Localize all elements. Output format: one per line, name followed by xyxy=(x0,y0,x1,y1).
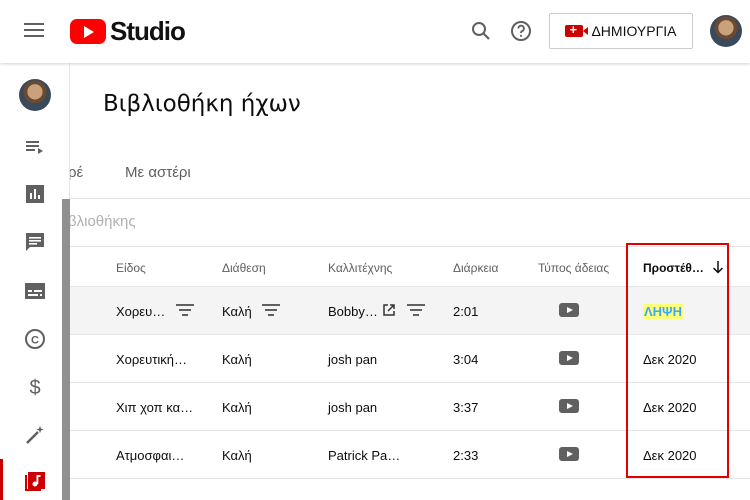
youtube-license-icon xyxy=(559,303,579,317)
menu-icon[interactable] xyxy=(24,23,44,37)
column-genre[interactable]: Είδος xyxy=(116,261,146,275)
playlist-icon[interactable] xyxy=(23,135,47,159)
artist-cell: Bobby… xyxy=(328,304,378,319)
artist-cell: josh pan xyxy=(328,400,378,415)
create-button[interactable]: ΔΗΜΙΟΥΡΓΙΑ xyxy=(549,13,693,49)
table-row[interactable]: Χορευτική… Καλή josh pan 3:04 Δεκ 2020 xyxy=(70,335,750,383)
account-avatar[interactable] xyxy=(710,15,742,47)
svg-text:$: $ xyxy=(29,377,40,398)
monetization-icon[interactable]: $ xyxy=(23,374,47,398)
column-license-type[interactable]: Τύπος άδειας xyxy=(538,261,609,275)
genre-cell: Χορευτική… xyxy=(116,352,187,367)
column-added[interactable]: Προστέθ… xyxy=(643,261,704,275)
comments-icon[interactable] xyxy=(23,230,47,254)
tab-free[interactable]: ρέ xyxy=(70,164,83,181)
sidebar: C $ xyxy=(0,63,70,500)
filter-mood-icon[interactable] xyxy=(262,304,280,318)
sort-down-arrow-icon[interactable] xyxy=(711,259,725,275)
duration-cell: 2:33 xyxy=(453,448,479,463)
added-date-cell: Δεκ 2020 xyxy=(643,400,697,415)
main-content: Βιβλιοθήκη ήχων ρέ Με αστέρι βλιοθήκης Ε… xyxy=(70,63,750,500)
duration-cell: 3:04 xyxy=(453,352,479,367)
filter-input[interactable]: βλιοθήκης xyxy=(70,213,136,230)
channel-avatar[interactable] xyxy=(19,79,51,111)
genre-cell: Ατμοσφαι… xyxy=(116,448,185,463)
artist-cell: josh pan xyxy=(328,352,378,367)
genre-cell: Χορευ… xyxy=(116,304,166,319)
tabs-divider xyxy=(70,198,750,199)
youtube-license-icon xyxy=(559,447,579,461)
audio-library-icon[interactable] xyxy=(23,469,47,493)
mood-cell: Καλή xyxy=(222,400,252,415)
studio-logo[interactable]: Studio xyxy=(70,15,186,46)
genre-cell: Χιπ χοπ κα… xyxy=(116,400,194,415)
create-button-label: ΔΗΜΙΟΥΡΓΙΑ xyxy=(591,23,677,39)
column-duration[interactable]: Διάρκεια xyxy=(453,261,498,275)
added-date-cell: Δεκ 2020 xyxy=(643,352,697,367)
search-icon[interactable] xyxy=(469,19,493,43)
table-row[interactable]: Ατμοσφαι… Καλή Patrick Pa… 2:33 Δεκ 2020 xyxy=(70,431,750,479)
youtube-play-icon xyxy=(70,18,106,44)
svg-text:C: C xyxy=(31,335,39,347)
youtube-license-icon xyxy=(559,351,579,365)
customization-icon[interactable] xyxy=(23,423,47,447)
duration-cell: 2:01 xyxy=(453,304,479,319)
external-link-icon[interactable] xyxy=(382,303,396,317)
mood-cell: Καλή xyxy=(222,304,252,319)
logo-text: Studio xyxy=(110,15,186,46)
download-button[interactable]: ΛΗΨΗ xyxy=(643,304,683,319)
column-artist[interactable]: Καλλιτέχνης xyxy=(328,261,392,275)
filter-artist-icon[interactable] xyxy=(407,304,425,318)
added-date-cell: Δεκ 2020 xyxy=(643,448,697,463)
duration-cell: 3:37 xyxy=(453,400,479,415)
column-mood[interactable]: Διάθεση xyxy=(222,261,266,275)
filter-genre-icon[interactable] xyxy=(176,304,194,318)
table-header: Είδος Διάθεση Καλλιτέχνης Διάρκεια Τύπος… xyxy=(70,247,750,287)
table-row[interactable]: Χορευ… Καλή Bobby… 2:01 ΛΗΨΗ xyxy=(70,287,750,335)
mood-cell: Καλή xyxy=(222,448,252,463)
subtitles-icon[interactable] xyxy=(23,279,47,303)
tab-starred[interactable]: Με αστέρι xyxy=(125,164,191,181)
audio-table: Είδος Διάθεση Καλλιτέχνης Διάρκεια Τύπος… xyxy=(70,247,750,479)
table-row[interactable]: Χιπ χοπ κα… Καλή josh pan 3:37 Δεκ 2020 xyxy=(70,383,750,431)
analytics-icon[interactable] xyxy=(23,182,47,206)
top-bar: Studio ΔΗΜΙΟΥΡΓΙΑ xyxy=(0,0,750,63)
copyright-icon[interactable]: C xyxy=(23,327,47,351)
artist-cell: Patrick Pa… xyxy=(328,448,401,463)
mood-cell: Καλή xyxy=(222,352,252,367)
page-title: Βιβλιοθήκη ήχων xyxy=(103,91,301,117)
video-camera-add-icon xyxy=(565,22,589,37)
active-indicator xyxy=(0,459,3,500)
help-icon[interactable] xyxy=(509,19,533,43)
youtube-license-icon xyxy=(559,399,579,413)
sidebar-scrollbar[interactable] xyxy=(62,199,70,500)
